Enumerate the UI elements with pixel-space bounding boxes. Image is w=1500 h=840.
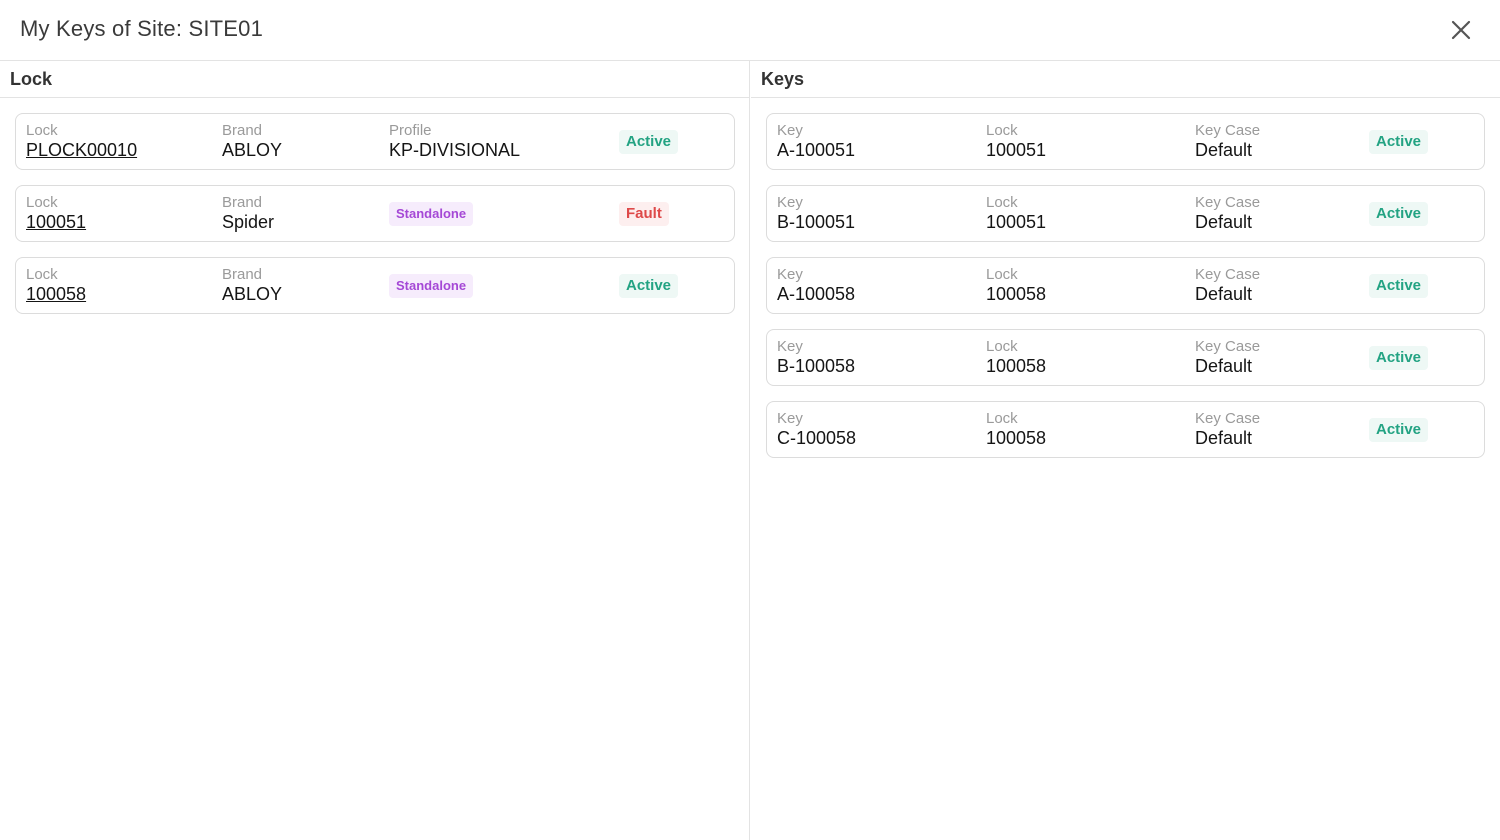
key-card: Key B-100058 Lock 100058 Key Case Defaul… (766, 329, 1485, 386)
brand-value: ABLOY (222, 284, 283, 304)
key-case-label: Key Case (1195, 338, 1261, 355)
key-lock-value: 100051 (986, 140, 1047, 160)
status-badge: Active (1369, 346, 1429, 370)
status-badge: Active (1369, 202, 1429, 226)
status-badge: Fault (619, 202, 669, 226)
lock-id-link[interactable]: 100051 (26, 212, 86, 232)
lock-field: Lock 100051 (26, 194, 86, 232)
key-lock-field: Lock 100051 (986, 122, 1046, 160)
dialog-header: My Keys of Site: SITE01 (0, 0, 1500, 61)
key-lock-label: Lock (986, 338, 1018, 355)
lock-id-link[interactable]: PLOCK00010 (26, 140, 137, 160)
brand-label: Brand (222, 266, 263, 283)
key-label: Key (777, 410, 803, 427)
key-card: Key C-100058 Lock 100058 Key Case Defaul… (766, 401, 1485, 458)
status-badge: Active (619, 274, 679, 298)
key-case-label: Key Case (1195, 194, 1261, 211)
keys-panel: Keys Key A-100051 Lock 100051 Key Case D… (751, 61, 1500, 840)
key-field: Key C-100058 (777, 410, 856, 448)
brand-field: Brand Spider (222, 194, 274, 232)
lock-card: Lock PLOCK00010 Brand ABLOY Profile KP-D… (15, 113, 735, 170)
lock-id-link[interactable]: 100058 (26, 284, 86, 304)
brand-field: Brand ABLOY (222, 122, 282, 160)
keys-panel-title: Keys (751, 61, 1500, 98)
key-card: Key B-100051 Lock 100051 Key Case Defaul… (766, 185, 1485, 242)
lock-panel-title: Lock (0, 61, 749, 98)
key-case-value: Default (1195, 140, 1253, 160)
close-button[interactable] (1448, 17, 1474, 43)
key-label: Key (777, 338, 803, 355)
key-lock-label: Lock (986, 122, 1018, 139)
brand-field: Brand ABLOY (222, 266, 282, 304)
close-icon (1451, 20, 1471, 40)
brand-value: ABLOY (222, 140, 283, 160)
lock-label: Lock (26, 122, 58, 139)
key-case-field: Key Case Default (1195, 410, 1260, 448)
key-lock-label: Lock (986, 410, 1018, 427)
key-case-field: Key Case Default (1195, 122, 1260, 160)
brand-label: Brand (222, 122, 263, 139)
lock-panel: Lock Lock PLOCK00010 Brand ABLOY Profile… (0, 61, 750, 840)
key-case-label: Key Case (1195, 122, 1261, 139)
key-lock-field: Lock 100051 (986, 194, 1046, 232)
key-case-value: Default (1195, 428, 1253, 448)
key-lock-label: Lock (986, 266, 1018, 283)
brand-label: Brand (222, 194, 263, 211)
key-value: A-100051 (777, 140, 856, 160)
key-case-value: Default (1195, 284, 1253, 304)
profile-badge: Standalone (389, 274, 474, 298)
key-lock-field: Lock 100058 (986, 338, 1046, 376)
profile-label: Profile (389, 122, 432, 139)
key-lock-value: 100058 (986, 284, 1047, 304)
key-label: Key (777, 266, 803, 283)
lock-label: Lock (26, 266, 58, 283)
key-field: Key A-100058 (777, 266, 855, 304)
key-lock-value: 100051 (986, 212, 1047, 232)
dialog-title: My Keys of Site: SITE01 (20, 16, 264, 41)
key-lock-value: 100058 (986, 428, 1047, 448)
key-lock-value: 100058 (986, 356, 1047, 376)
key-case-label: Key Case (1195, 266, 1261, 283)
profile-value: KP-DIVISIONAL (389, 140, 521, 160)
key-case-field: Key Case Default (1195, 338, 1260, 376)
status-badge: Active (619, 130, 679, 154)
key-value: C-100058 (777, 428, 857, 448)
key-case-value: Default (1195, 212, 1253, 232)
key-lock-field: Lock 100058 (986, 266, 1046, 304)
key-case-field: Key Case Default (1195, 266, 1260, 304)
lock-card: Lock 100058 Brand ABLOY Standalone Activ… (15, 257, 735, 314)
lock-card: Lock 100051 Brand Spider Standalone Faul… (15, 185, 735, 242)
brand-value: Spider (222, 212, 275, 232)
profile-field: Profile KP-DIVISIONAL (389, 122, 520, 160)
key-field: Key B-100051 (777, 194, 855, 232)
key-value: A-100058 (777, 284, 856, 304)
key-card: Key A-100051 Lock 100051 Key Case Defaul… (766, 113, 1485, 170)
key-label: Key (777, 194, 803, 211)
status-badge: Active (1369, 130, 1429, 154)
key-case-label: Key Case (1195, 410, 1261, 427)
status-badge: Active (1369, 418, 1429, 442)
profile-badge: Standalone (389, 202, 474, 226)
key-lock-label: Lock (986, 194, 1018, 211)
key-field: Key B-100058 (777, 338, 855, 376)
status-badge: Active (1369, 274, 1429, 298)
key-card: Key A-100058 Lock 100058 Key Case Defaul… (766, 257, 1485, 314)
lock-field: Lock 100058 (26, 266, 86, 304)
key-case-field: Key Case Default (1195, 194, 1260, 232)
key-label: Key (777, 122, 803, 139)
lock-field: Lock PLOCK00010 (26, 122, 137, 160)
key-lock-field: Lock 100058 (986, 410, 1046, 448)
key-case-value: Default (1195, 356, 1253, 376)
lock-label: Lock (26, 194, 58, 211)
key-value: B-100051 (777, 212, 856, 232)
key-field: Key A-100051 (777, 122, 855, 160)
key-value: B-100058 (777, 356, 856, 376)
